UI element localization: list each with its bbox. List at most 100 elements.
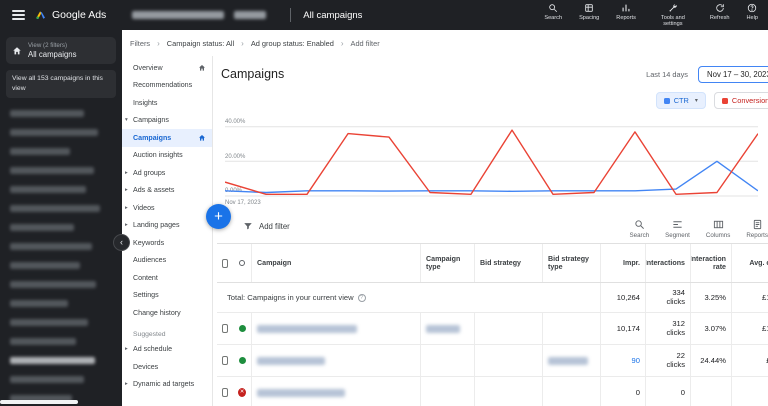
conversions-series-swatch: [721, 97, 728, 104]
rail-scrollbar[interactable]: [0, 400, 78, 404]
nav-item-campaigns-parent[interactable]: ▾ Campaigns: [122, 112, 212, 130]
redacted-campaign-name[interactable]: [257, 356, 325, 365]
redacted-campaign-name[interactable]: [257, 388, 345, 397]
redacted-account-id: [234, 11, 267, 19]
cell-campaign-type: [420, 345, 474, 376]
wrench-icon: [668, 3, 678, 14]
google-ads-logo[interactable]: Google Ads: [35, 9, 106, 21]
nav-item-auction-insights[interactable]: Auction insights: [122, 147, 212, 165]
redacted-rail-item[interactable]: [10, 185, 86, 193]
column-header-impressions[interactable]: Impr.: [600, 244, 645, 282]
nav-item-label: Campaigns: [133, 133, 172, 142]
filter-chip-campaign-status[interactable]: Campaign status: All: [167, 39, 234, 48]
chart-metric-selectors: CTR ▾ Conversions ▾: [213, 92, 768, 109]
status-removed-icon[interactable]: ✕: [238, 388, 246, 397]
topbar-search-button[interactable]: Search: [544, 3, 562, 21]
redacted-rail-item-selected[interactable]: [10, 356, 95, 364]
bar-chart-icon: [621, 3, 631, 14]
nav-item-ads-assets[interactable]: ▸ Ads & assets: [122, 182, 212, 200]
redacted-rail-item[interactable]: [10, 299, 68, 307]
topbar-help-button[interactable]: Help: [746, 3, 758, 21]
redacted-rail-item[interactable]: [10, 318, 88, 326]
nav-item-overview[interactable]: Overview: [122, 59, 212, 77]
column-header-bid-strategy[interactable]: Bid strategy: [474, 244, 542, 282]
table-add-filter-button[interactable]: Add filter: [243, 221, 290, 231]
home-icon: [198, 64, 206, 72]
spacing-icon: [584, 3, 594, 14]
total-row-label: Total: Campaigns in your current view: [227, 293, 354, 302]
topbar-refresh-button[interactable]: Refresh: [710, 3, 729, 21]
chevron-down-icon: ▾: [125, 117, 128, 124]
nav-item-insights[interactable]: Insights: [122, 94, 212, 112]
select-all-checkbox[interactable]: [222, 258, 228, 268]
nav-item-recommendations[interactable]: Recommendations: [122, 77, 212, 95]
column-header-avg-cost[interactable]: Avg. cost: [731, 244, 768, 282]
nav-item-dynamic-ad-targets[interactable]: ▸ Dynamic ad targets: [122, 376, 212, 394]
nav-item-label: Overview: [133, 63, 163, 72]
collapse-rail-button[interactable]: ‹: [113, 234, 130, 251]
topbar-reports-button[interactable]: Reports: [616, 3, 636, 21]
cell-bid-strategy-type: [542, 377, 600, 406]
column-header-interaction-rate[interactable]: Interaction rate: [690, 244, 731, 282]
status-enabled-icon[interactable]: [238, 325, 246, 332]
table-search-button[interactable]: Search: [630, 219, 649, 239]
info-icon[interactable]: ?: [357, 293, 366, 302]
menu-icon[interactable]: [12, 10, 25, 20]
metric-chip-conversions[interactable]: Conversions ▾: [713, 92, 768, 109]
nav-item-content[interactable]: Content: [122, 269, 212, 287]
nav-item-keywords[interactable]: ▸ Keywords: [122, 234, 212, 252]
date-range-picker[interactable]: Nov 17 – 30, 2023: [698, 65, 768, 83]
tool-label: Columns: [705, 232, 731, 239]
row-checkbox[interactable]: [222, 388, 228, 397]
redacted-rail-item[interactable]: [10, 147, 70, 155]
cell-interaction-rate: [690, 377, 731, 406]
cell-bid-strategy: [474, 313, 542, 344]
redacted-rail-item[interactable]: [10, 280, 96, 288]
new-campaign-fab[interactable]: +: [206, 204, 231, 229]
metric-chip-ctr[interactable]: CTR ▾: [655, 92, 706, 109]
redacted-rail-item[interactable]: [10, 242, 92, 250]
table-columns-button[interactable]: Columns: [706, 219, 730, 239]
nav-item-ad-groups[interactable]: ▸ Ad groups: [122, 164, 212, 182]
view-all-campaigns-link[interactable]: View all 153 campaigns in this view: [6, 70, 116, 98]
column-header-bid-strategy-type[interactable]: Bid strategy type: [542, 244, 600, 282]
redacted-rail-item[interactable]: [10, 375, 84, 383]
redacted-campaign-name[interactable]: [257, 324, 357, 333]
redacted-rail-item[interactable]: [10, 109, 84, 117]
column-header-campaign-type[interactable]: Campaign type: [420, 244, 474, 282]
topbar-tools-button[interactable]: Tools and settings: [653, 3, 693, 28]
table-segment-button[interactable]: Segment: [665, 219, 690, 239]
add-filter-link[interactable]: Add filter: [351, 39, 380, 48]
nav-item-landing-pages[interactable]: ▸ Landing pages: [122, 217, 212, 235]
view-selector[interactable]: View (2 filters) All campaigns: [6, 37, 116, 64]
nav-item-change-history[interactable]: Change history: [122, 304, 212, 322]
redacted-rail-item[interactable]: [10, 261, 80, 269]
redacted-rail-item[interactable]: [10, 128, 98, 136]
filter-chip-ad-group-status[interactable]: Ad group status: Enabled: [251, 39, 334, 48]
nav-item-campaigns-selected[interactable]: Campaigns: [122, 129, 212, 147]
redacted-rail-item[interactable]: [10, 223, 74, 231]
topbar-action-label: Tools and settings: [660, 14, 685, 27]
nav-item-label: Ads & assets: [133, 186, 175, 195]
nav-item-videos[interactable]: ▸ Videos: [122, 199, 212, 217]
metric-chip-label: Conversions: [731, 96, 768, 105]
nav-item-devices[interactable]: Devices: [122, 358, 212, 376]
row-checkbox[interactable]: [222, 324, 228, 333]
row-checkbox[interactable]: [222, 356, 228, 365]
status-filter-icon[interactable]: [239, 260, 245, 266]
nav-item-audiences[interactable]: Audiences: [122, 252, 212, 270]
chevron-right-icon: ▸: [125, 187, 128, 194]
column-header-interactions[interactable]: Interactions: [645, 244, 690, 282]
redacted-rail-item[interactable]: [10, 166, 94, 174]
nav-item-label: Ad groups: [133, 168, 166, 177]
redacted-rail-item[interactable]: [10, 204, 100, 212]
column-header-campaign[interactable]: Campaign: [251, 244, 420, 282]
nav-item-settings[interactable]: Settings: [122, 287, 212, 305]
cell-impressions-link[interactable]: 90: [632, 356, 640, 365]
redacted-rail-item[interactable]: [10, 337, 76, 345]
nav-item-label: Audiences: [133, 256, 167, 265]
topbar-spacing-button[interactable]: Spacing: [579, 3, 599, 21]
status-enabled-icon[interactable]: [238, 357, 246, 364]
nav-item-ad-schedule[interactable]: ▸ Ad schedule: [122, 341, 212, 359]
table-reports-button[interactable]: Reports: [746, 219, 768, 239]
